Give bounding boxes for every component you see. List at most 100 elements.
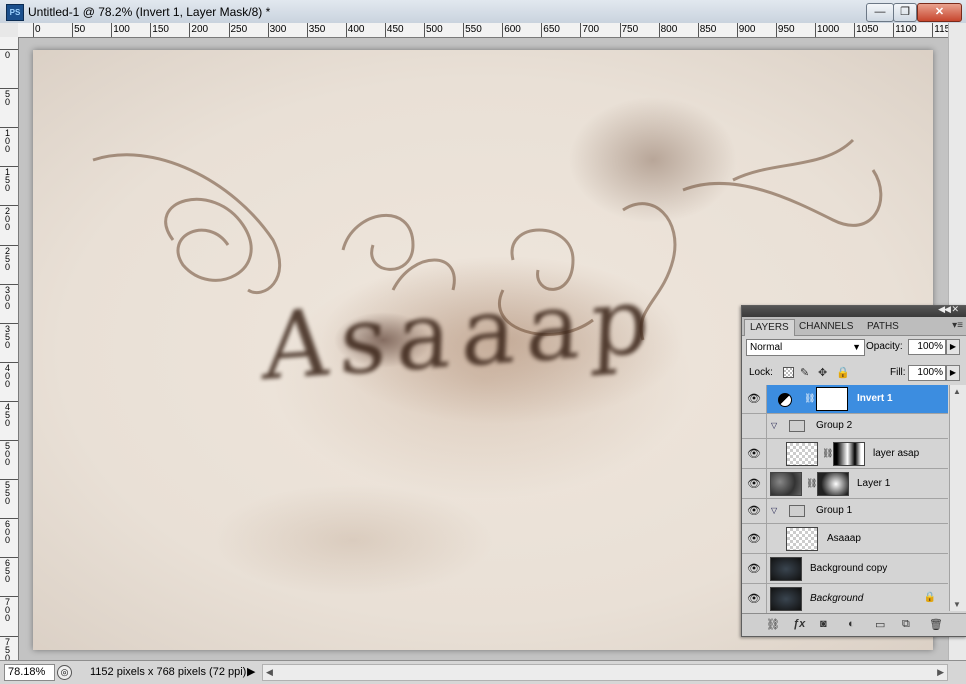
layer-mask-thumbnail[interactable] (816, 387, 848, 411)
opacity-slider-button[interactable]: ▶ (946, 339, 960, 355)
tab-channels[interactable]: CHANNELS (794, 319, 858, 335)
layer-mask-thumbnail[interactable] (833, 442, 865, 466)
trash-icon[interactable]: 🗑 (929, 618, 943, 631)
panel-header-bar[interactable]: ◀◀ ✕ (742, 304, 966, 317)
visibility-eye-icon[interactable]: 👁 (745, 504, 763, 518)
layer-row-background[interactable]: 👁 Background 🔒 (742, 584, 948, 614)
fill-field[interactable]: 100% (908, 365, 946, 381)
lock-label: Lock: (749, 367, 773, 378)
minimize-button[interactable]: — (866, 3, 894, 22)
info-icon[interactable]: ◎ (57, 665, 72, 680)
title-bar: PS Untitled-1 @ 78.2% (Invert 1, Layer M… (0, 0, 966, 24)
ruler-label: 750 (621, 24, 639, 35)
panel-tabs: LAYERS CHANNELS PATHS ▾≡ (742, 317, 966, 336)
lock-all-icon[interactable]: 🔒 (836, 366, 850, 379)
layers-list: 👁 ⛓ Invert 1 ▽ Group 2 👁 ⛓ layer asap 👁 (742, 385, 948, 614)
layer-style-fx-icon[interactable]: ƒx (793, 618, 805, 630)
expand-group-icon[interactable]: ▽ (771, 506, 777, 515)
horizontal-ruler[interactable]: 0 50 100 150 200 250 300 350 400 450 500 550 600 650 7… (18, 23, 948, 38)
scroll-up-icon[interactable]: ▲ (953, 387, 961, 396)
panel-menu-icon[interactable]: ▾≡ (952, 320, 963, 331)
scroll-right-icon[interactable]: ▶ (937, 665, 944, 680)
ruler-label: 300 (269, 24, 287, 35)
ruler-label: 900 (738, 24, 756, 35)
blend-mode-value: Normal (750, 342, 783, 353)
adjustment-layer-icon (778, 393, 792, 407)
ruler-label: 550 (5, 480, 11, 507)
photoshop-app-icon: PS (6, 4, 24, 21)
layer-row-group-2[interactable]: ▽ Group 2 (742, 414, 948, 439)
scroll-down-icon[interactable]: ▼ (953, 600, 961, 609)
ruler-label: 1100 (895, 24, 917, 35)
close-button[interactable]: ✕ (917, 3, 962, 22)
new-group-folder-icon[interactable]: ▭ (875, 618, 885, 631)
fill-slider-button[interactable]: ▶ (946, 365, 960, 381)
ruler-label: 1050 (856, 24, 879, 35)
opacity-field[interactable]: 100% (908, 339, 946, 355)
ruler-label: 350 (308, 24, 326, 35)
ruler-label: 850 (699, 24, 717, 35)
ruler-origin[interactable] (0, 23, 19, 38)
layer-thumbnail[interactable] (770, 587, 802, 611)
visibility-eye-icon[interactable]: 👁 (745, 447, 763, 461)
lock-position-move-icon[interactable]: ✥ (818, 366, 827, 379)
layer-thumbnail[interactable] (770, 472, 802, 496)
ruler-label: 115 (934, 24, 948, 35)
zoom-level-field[interactable]: 78.18% (4, 664, 55, 681)
scroll-left-icon[interactable]: ◀ (266, 665, 273, 680)
ruler-label: 650 (5, 558, 11, 585)
layer-name: Group 1 (816, 505, 853, 516)
link-layers-icon[interactable]: ⛓ (766, 618, 780, 631)
ruler-label: 650 (543, 24, 560, 35)
ruler-label: 150 (5, 167, 11, 194)
expand-group-icon[interactable]: ▽ (771, 421, 777, 430)
new-adjustment-layer-icon[interactable]: ◐ (848, 618, 855, 630)
ruler-label: 50 (5, 89, 11, 108)
lock-image-brush-icon[interactable]: ✎ (800, 366, 809, 379)
layer-row-invert-1[interactable]: 👁 ⛓ Invert 1 (742, 385, 948, 414)
layer-thumbnail[interactable] (786, 527, 818, 551)
ruler-label: 350 (5, 323, 11, 350)
layer-mask-thumbnail[interactable] (817, 472, 849, 496)
add-mask-icon[interactable]: ◙ (820, 618, 827, 630)
blend-mode-select[interactable]: Normal ▼ (746, 339, 865, 356)
status-bar: 78.18% ◎ 1152 pixels x 768 pixels (72 pp… (0, 660, 966, 684)
visibility-eye-icon[interactable]: 👁 (745, 477, 763, 491)
layer-row-layer-asap[interactable]: 👁 ⛓ layer asap (742, 439, 948, 469)
link-chain-icon[interactable]: ⛓ (804, 393, 815, 404)
visibility-eye-icon[interactable]: 👁 (745, 532, 763, 546)
fill-label: Fill: (890, 367, 906, 378)
layer-row-background-copy[interactable]: 👁 Background copy (742, 554, 948, 584)
layer-thumbnail[interactable] (770, 557, 802, 581)
visibility-eye-icon[interactable]: 👁 (745, 562, 763, 576)
ruler-label: 600 (5, 519, 11, 546)
ruler-label: 0 (5, 50, 11, 60)
tab-paths[interactable]: PATHS (862, 319, 904, 335)
tab-layers[interactable]: LAYERS (744, 319, 795, 336)
layer-row-group-1[interactable]: 👁 ▽ Group 1 (742, 499, 948, 524)
link-chain-icon[interactable]: ⛓ (822, 448, 833, 459)
lock-icon: 🔒 (923, 592, 936, 603)
status-menu-arrow-icon[interactable]: ▶ (247, 665, 255, 678)
new-layer-icon[interactable]: ⧉ (902, 618, 910, 631)
link-chain-icon[interactable]: ⛓ (806, 478, 817, 489)
restore-button[interactable]: ❐ (893, 3, 917, 22)
lock-transparent-icon[interactable] (783, 367, 794, 378)
layer-row-layer-1[interactable]: 👁 ⛓ Layer 1 (742, 469, 948, 499)
layers-scrollbar[interactable]: ▲ ▼ (949, 385, 966, 611)
ruler-label: 0 (35, 24, 41, 35)
opacity-label: Opacity: (866, 341, 903, 352)
visibility-eye-icon[interactable]: 👁 (745, 592, 763, 606)
layers-panel-footer: ⛓ ƒx ◙ ◐ ▭ ⧉ 🗑 (742, 613, 966, 636)
chevron-down-icon: ▼ (852, 342, 861, 352)
vertical-ruler[interactable]: 0 50 100 150 200 250 300 350 400 450 500 550 600 650 7… (0, 37, 19, 660)
layer-thumbnail[interactable] (786, 442, 818, 466)
horizontal-scrollbar[interactable]: ◀ ▶ (262, 664, 948, 681)
ruler-label: 200 (5, 206, 11, 233)
layer-row-asaaap[interactable]: 👁 Asaaap (742, 524, 948, 554)
ruler-label: 50 (74, 24, 86, 35)
window-title: Untitled-1 @ 78.2% (Invert 1, Layer Mask… (28, 5, 271, 19)
ruler-label: 500 (5, 441, 11, 467)
collapse-panel-icon[interactable]: ◀◀ ✕ (938, 304, 959, 315)
visibility-eye-icon[interactable]: 👁 (745, 392, 763, 406)
